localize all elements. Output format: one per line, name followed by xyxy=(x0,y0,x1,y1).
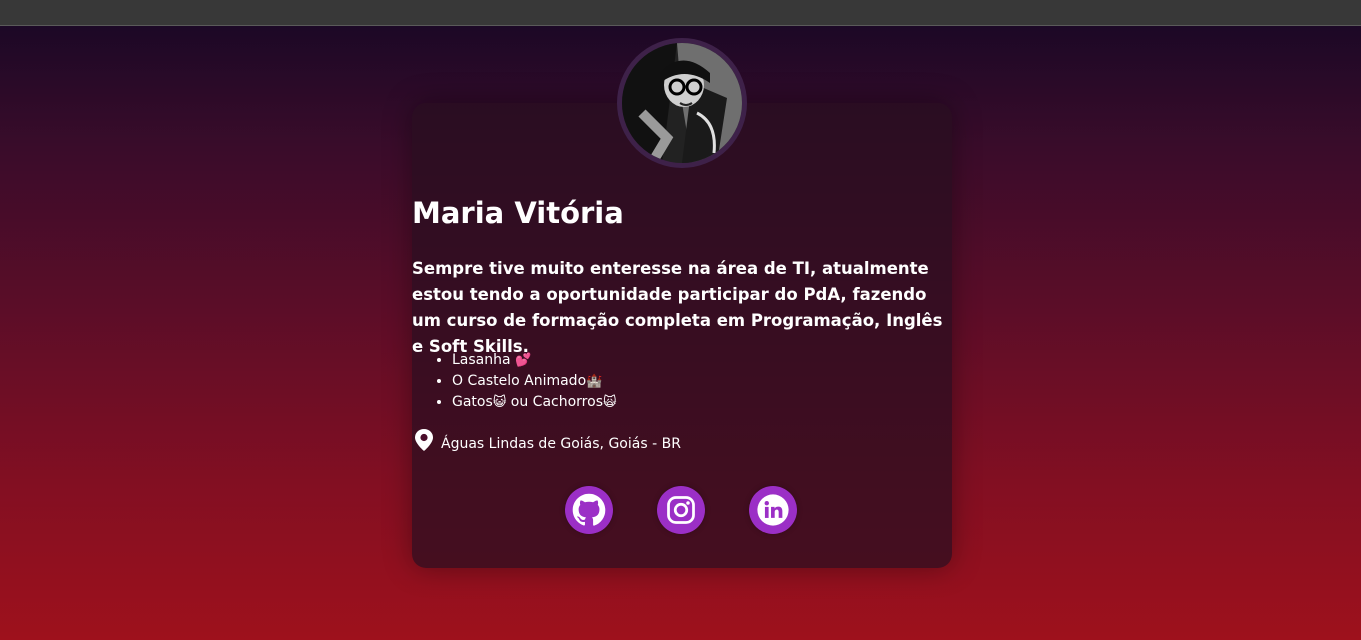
github-icon xyxy=(572,493,606,526)
like-text: Lasanha xyxy=(452,352,511,368)
list-item: Lasanha 💕 xyxy=(452,350,617,371)
instagram-icon xyxy=(667,496,695,524)
like-text-2: ou Cachorros xyxy=(510,394,603,410)
linkedin-link[interactable] xyxy=(749,486,797,534)
avatar xyxy=(617,38,747,168)
map-pin-icon xyxy=(415,429,433,451)
github-link[interactable] xyxy=(565,486,613,534)
location: Águas Lindas de Goiás, Goiás - BR xyxy=(413,428,681,452)
cat-face-icon: 😺 xyxy=(492,395,507,410)
like-text: Gatos xyxy=(452,394,493,410)
hearts-icon: 💕 xyxy=(515,353,532,368)
linkedin-icon xyxy=(757,494,789,526)
like-text: O Castelo Animado xyxy=(452,373,587,389)
location-text: Águas Lindas de Goiás, Goiás - BR xyxy=(441,436,681,452)
browser-top-bar xyxy=(0,0,1361,26)
profile-bio: Sempre tive muito enteresse na área de T… xyxy=(412,259,943,356)
social-links xyxy=(565,486,797,534)
profile-name: Maria Vitória xyxy=(412,196,624,230)
shocked-cat-icon: 🙀 xyxy=(603,395,617,410)
list-item: Gatos😺 ou Cachorros🙀 xyxy=(452,392,617,413)
likes-list: Lasanha 💕 O Castelo Animado🏰 Gatos😺 ou C… xyxy=(412,350,617,413)
instagram-link[interactable] xyxy=(657,486,705,534)
avatar-image xyxy=(622,43,742,163)
list-item: O Castelo Animado🏰 xyxy=(452,371,617,392)
castle-icon: 🏰 xyxy=(586,374,603,389)
